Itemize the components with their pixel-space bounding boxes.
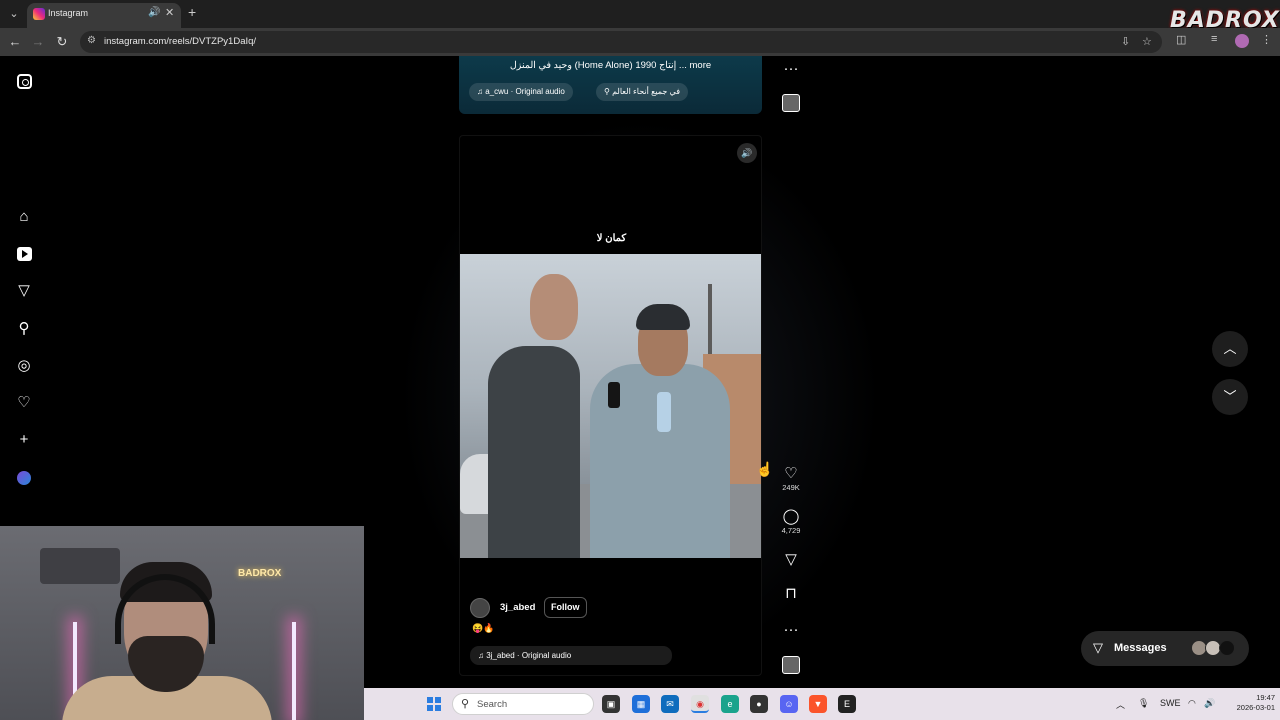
media-control-icon[interactable]: ≡ <box>1211 33 1217 45</box>
previous-reel-audio-thumb[interactable] <box>782 94 800 112</box>
instagram-favicon-icon <box>33 8 45 20</box>
comment-button[interactable]: ◯ 4,729 <box>780 508 802 535</box>
bookmark-icon: ⊓ <box>785 585 797 602</box>
store-icon[interactable]: ▦ <box>632 695 650 713</box>
discord-icon[interactable]: ☺ <box>780 695 798 713</box>
chrome-icon[interactable]: ◉ <box>691 695 709 713</box>
tab-audio-icon[interactable]: 🔊 <box>148 7 160 18</box>
tab-search-icon[interactable]: ⌄ <box>5 5 23 23</box>
tray-overflow-icon[interactable]: ︿ <box>1116 698 1125 711</box>
epic-games-icon[interactable]: E <box>838 695 856 713</box>
like-button[interactable]: ♡ 249K <box>780 465 802 492</box>
messages-label: Messages <box>1114 642 1167 654</box>
brave-icon[interactable]: ▼ <box>809 695 827 713</box>
next-reel-button[interactable]: ﹀ <box>1212 379 1248 415</box>
wifi-icon[interactable]: ◠ <box>1188 698 1196 709</box>
heart-icon: ♡ <box>784 465 798 482</box>
back-icon[interactable]: ← <box>6 33 24 51</box>
search-icon[interactable]: ⚲ <box>14 319 34 339</box>
audio-thumb[interactable] <box>782 656 800 674</box>
url-text: instagram.com/reels/DVTZPy1DaIq/ <box>104 36 257 47</box>
bookmark-star-icon[interactable]: ☆ <box>1142 35 1152 48</box>
system-clock[interactable]: 19:47 2026-03-01 <box>1227 693 1275 713</box>
app-icon[interactable]: ● <box>750 695 768 713</box>
neon-sign: BADROX <box>238 568 282 579</box>
reload-icon[interactable]: ↻ <box>53 33 71 51</box>
profile-avatar[interactable] <box>14 468 34 488</box>
task-view-icon[interactable]: ▣ <box>602 695 620 713</box>
reel-caption[interactable]: 😝🔥 <box>472 623 494 634</box>
reel-video-frame[interactable] <box>460 254 761 558</box>
more-options-button[interactable]: ··· <box>780 621 802 639</box>
edge-icon[interactable]: e <box>721 695 739 713</box>
previous-reel-location[interactable]: ⚲ في جميع أنحاء العالم <box>596 83 689 101</box>
comment-count: 4,729 <box>781 526 801 535</box>
reels-icon[interactable] <box>14 244 34 264</box>
microphone-icon[interactable]: 🎙 <box>1138 698 1149 709</box>
forward-icon[interactable]: → <box>29 33 47 51</box>
search-icon: ⚲ <box>461 698 470 710</box>
keyboard-language[interactable]: SWE <box>1160 698 1181 708</box>
author-username[interactable]: 3j_abed <box>500 602 535 613</box>
instagram-icon[interactable] <box>14 72 34 92</box>
messages-icon[interactable]: ▽ <box>14 281 34 301</box>
previous-reel-audio[interactable]: ♫ a_cwu · Original audio <box>469 83 573 101</box>
windows-taskbar: ⚲ Search ▣ ▦ ✉ ◉ e ● ☺ ▼ E ︿ 🎙 SWE ◠ 🔊 1… <box>364 688 1280 720</box>
webcam-overlay: BADROX <box>0 526 364 720</box>
tab-title: Instagram <box>48 8 89 18</box>
tab-instagram[interactable]: Instagram 🔊 ✕ <box>27 3 181 28</box>
create-icon[interactable]: + <box>14 430 34 450</box>
author-avatar[interactable] <box>470 598 490 618</box>
messages-send-icon: ▽ <box>1093 640 1103 655</box>
browser-menu-icon[interactable]: ⋮ <box>1261 33 1272 46</box>
extensions-icon[interactable]: ◫ <box>1176 33 1186 46</box>
share-icon: ▽ <box>785 551 797 568</box>
outlook-icon[interactable]: ✉ <box>661 695 679 713</box>
more-icon: ··· <box>783 621 799 638</box>
previous-reel-caption[interactable]: وحيد في المنزل (Home Alone) إنتاج 1990 .… <box>459 60 762 71</box>
share-button[interactable]: ▽ <box>780 551 802 569</box>
mouse-cursor: ☝ <box>756 461 774 477</box>
chevron-down-icon: ﹀ <box>1223 389 1237 404</box>
notifications-heart-icon[interactable]: ♡ <box>14 393 34 413</box>
reel-audio[interactable]: ♫ 3j_abed · Original audio <box>470 646 672 665</box>
taskbar-search-placeholder: Search <box>477 699 508 710</box>
messages-button[interactable]: ▽ Messages <box>1081 631 1249 666</box>
clock-time: 19:47 <box>1256 693 1275 702</box>
tab-close-icon[interactable]: ✕ <box>165 6 174 19</box>
previous-reel-card[interactable]: وحيد في المنزل (Home Alone) إنتاج 1990 .… <box>459 56 762 114</box>
like-count: 249K <box>782 483 800 492</box>
address-bar[interactable]: ⚙ instagram.com/reels/DVTZPy1DaIq/ ⇩ ☆ <box>80 31 1162 53</box>
reel-author-row: 3j_abed Follow <box>470 597 750 619</box>
volume-tray-icon[interactable]: 🔊 <box>1204 698 1215 709</box>
follow-button[interactable]: Follow <box>544 597 587 618</box>
reel-subtitle: كمان لا <box>596 233 627 244</box>
save-button[interactable]: ⊓ <box>780 585 802 603</box>
browser-profile-avatar[interactable] <box>1235 34 1249 48</box>
install-app-icon[interactable]: ⇩ <box>1121 35 1130 48</box>
previous-reel-button[interactable]: ︿ <box>1212 331 1248 367</box>
taskbar-search[interactable]: ⚲ Search <box>452 693 594 715</box>
browser-toolbar: ← → ↻ ⚙ instagram.com/reels/DVTZPy1DaIq/… <box>0 28 1280 56</box>
previous-reel-more-icon[interactable]: ··· <box>780 60 802 78</box>
reel-video-card[interactable]: 🔊 كمان لا 3j_abed Follow 😝🔥 ♫ 3j_abed · … <box>459 135 762 676</box>
volume-icon[interactable]: 🔊 <box>737 143 757 163</box>
message-avatar <box>1219 640 1235 656</box>
chevron-up-icon: ︿ <box>1223 341 1237 356</box>
clock-date: 2026-03-01 <box>1236 703 1275 712</box>
home-icon[interactable]: ⌂ <box>14 207 34 227</box>
site-info-icon[interactable]: ⚙ <box>87 35 96 46</box>
windows-start-icon[interactable] <box>427 697 441 711</box>
comment-icon: ◯ <box>782 508 800 525</box>
browser-tabbar: ⌄ Instagram 🔊 ✕ + BADROX <box>0 0 1280 33</box>
new-tab-icon[interactable]: + <box>188 4 196 20</box>
explore-icon[interactable]: ◎ <box>14 356 34 376</box>
